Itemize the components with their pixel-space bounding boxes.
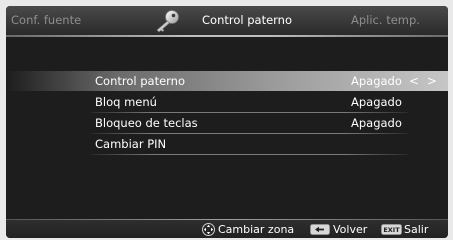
back-key-icon: [310, 224, 330, 235]
menu-item-value: Apagado: [351, 116, 402, 130]
menu-item-change-pin[interactable]: Cambiar PIN: [6, 134, 448, 155]
menu-list: Control paterno Apagado < > Bloq menú Ap…: [6, 37, 448, 220]
left-right-arrows-icon[interactable]: < >: [409, 74, 439, 88]
key-icon: [156, 10, 179, 33]
menu-item-label: Bloqueo de teclas: [95, 116, 198, 130]
menu-item-menu-lock[interactable]: Bloq menú Apagado: [6, 92, 448, 113]
exit-key-label: EXIT: [383, 226, 400, 234]
header-tab-bar: Conf. fuente Control paterno Aplic. temp…: [6, 6, 448, 35]
footer-hint-bar: Cambiar zona Volver EXIT Salir: [6, 220, 448, 238]
menu-item-key-lock[interactable]: Bloqueo de teclas Apagado: [6, 113, 448, 134]
exit-hint: Salir: [404, 223, 429, 236]
menu-item-label: Control paterno: [95, 74, 186, 88]
tab-timer-applications[interactable]: Aplic. temp.: [351, 13, 420, 27]
menu-item-label: Cambiar PIN: [95, 137, 167, 151]
change-zone-hint: Cambiar zona: [218, 223, 295, 236]
dpad-icon: [202, 223, 215, 236]
exit-key-icon: EXIT: [381, 224, 402, 235]
menu-item-parental-control[interactable]: Control paterno Apagado < >: [6, 71, 448, 91]
menu-item-value: Apagado: [351, 74, 402, 88]
parental-control-screen: Conf. fuente Control paterno Aplic. temp…: [6, 6, 448, 238]
tab-parental-control[interactable]: Control paterno: [202, 13, 292, 27]
menu-item-label: Bloq menú: [95, 95, 157, 109]
back-hint: Volver: [333, 223, 368, 236]
menu-item-value: Apagado: [351, 95, 402, 109]
tab-source-settings[interactable]: Conf. fuente: [11, 13, 81, 27]
row-divider: [91, 154, 408, 155]
